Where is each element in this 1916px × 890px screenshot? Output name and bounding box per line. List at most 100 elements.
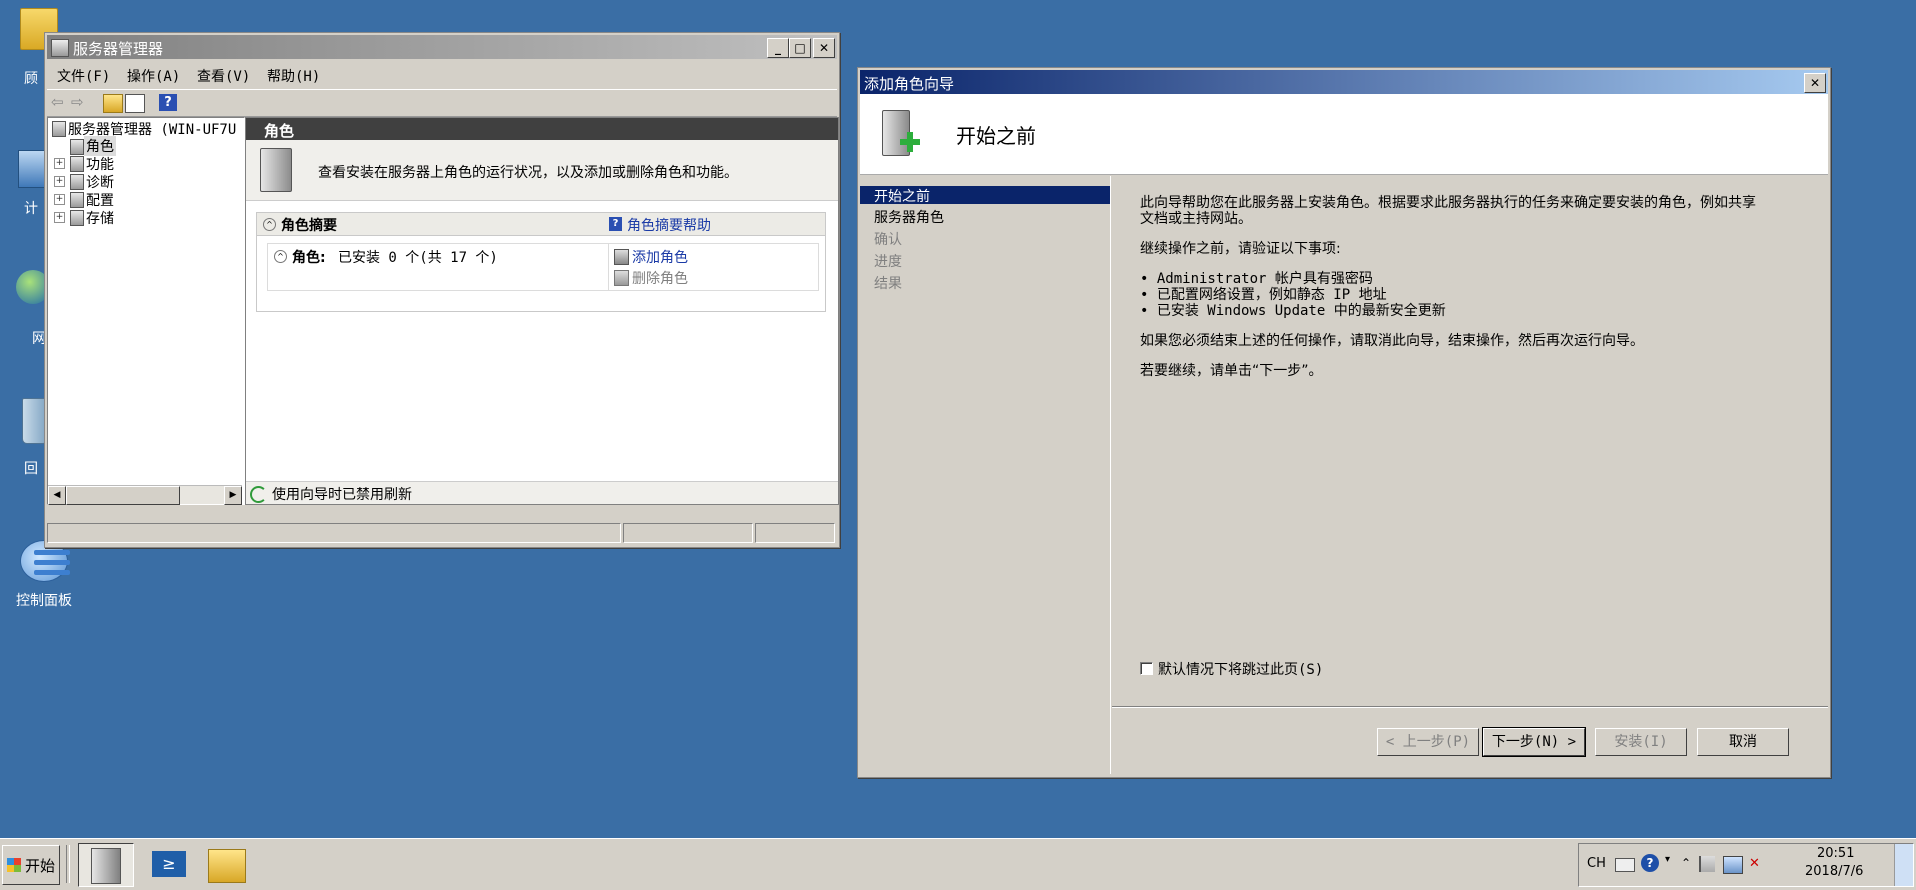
back-arrow-icon[interactable]: ⇦ [51,94,69,111]
expand-icon[interactable]: + [54,194,65,205]
keyboard-icon[interactable] [1615,858,1635,872]
refresh-status-text: 使用向导时已禁用刷新 [272,487,412,503]
show-hide-tree-icon[interactable] [125,94,145,113]
button-separator [1112,706,1828,708]
scroll-thumb[interactable] [66,486,180,505]
add-role-icon [614,249,629,265]
flag-icon[interactable] [1699,856,1715,872]
step-label: 开始之前 [874,189,930,205]
server-manager-icon [91,848,121,884]
cancel-button[interactable]: 取消 [1697,728,1789,756]
task-powershell[interactable]: ≥ [140,843,194,885]
configuration-icon [70,192,84,208]
show-desktop-button[interactable] [1894,844,1913,886]
add-role-link[interactable]: 添加角色 [632,247,688,267]
server-manager-window: 服务器管理器 _ □ ✕ 文件(F) 操作(A) 查看(V) 帮助(H) ⇦ ⇨… [44,32,840,548]
windows-logo-icon [7,858,21,872]
desktop-icon-label: 计 [24,201,38,217]
tree-item-diagnostics[interactable]: 诊断 [86,172,114,192]
tree-item-roles[interactable]: 角色 [84,136,116,156]
title-bar[interactable]: 服务器管理器 _ □ ✕ [47,35,837,59]
summary-title: 角色摘要 [281,218,337,234]
up-folder-icon[interactable] [103,94,123,113]
roles-header: 角色 [246,118,838,140]
server-manager-icon [51,39,69,57]
clock-time[interactable]: 20:51 [1817,846,1854,861]
help-icon: ? [609,217,622,231]
tree-item-storage[interactable]: 存储 [86,208,114,228]
scroll-left-icon[interactable]: ◀ [48,486,66,505]
maximize-button[interactable]: □ [789,38,811,58]
volume-muted-icon[interactable]: ✕ [1749,856,1765,872]
desktop-icon-label: 控制面板 [16,593,72,609]
remove-role-link: 删除角色 [632,271,688,287]
status-cell [755,523,835,543]
cancel-note: 如果您必须结束上述的任何操作，请取消此向导，结束操作，然后再次运行向导。 [1140,333,1644,349]
taskbar: 开始 ≥ CH ? ▾ ⌃ ✕ 20:51 2018/7/6 [0,838,1916,890]
summary-help-link[interactable]: 角色摘要帮助 [627,215,711,235]
expand-icon[interactable]: + [54,158,65,169]
toolbar: ⇦ ⇨ ? [47,89,837,117]
title-bar[interactable]: 添加角色向导 ✕ [860,70,1828,94]
server-roles-icon [260,148,292,192]
desktop-icon-label: 顾 [24,71,38,87]
roles-subpanel: ^ 角色: 已安装 0 个(共 17 个) 添加角色 删除角色 [267,243,819,291]
scroll-right-icon[interactable]: ▶ [224,486,242,505]
chevron-up-icon[interactable]: ⌃ [1681,856,1691,870]
collapse-icon[interactable]: ^ [274,250,287,263]
menu-view[interactable]: 查看(V) [197,66,250,86]
wizard-content: 此向导帮助您在此服务器上安装角色。根据要求此服务器执行的任务来确定要安装的角色，… [1112,176,1828,706]
window-title: 添加角色向导 [864,75,955,93]
start-button[interactable]: 开始 [2,845,60,885]
refresh-icon [250,486,267,503]
previous-button: < 上一步(P) [1377,728,1479,756]
install-button: 安装(I) [1595,728,1687,756]
step-confirmation: 确认 [874,232,902,248]
description-band: 查看安装在服务器上角色的运行状况，以及添加或删除角色和功能。 [246,140,838,201]
help-icon[interactable]: ? [159,94,177,111]
menu-file[interactable]: 文件(F) [57,66,110,86]
expand-icon[interactable]: + [54,176,65,187]
system-tray: CH ? ▾ ⌃ ✕ 20:51 2018/7/6 [1578,843,1914,887]
wizard-heading: 开始之前 [956,124,1036,148]
server-icon [52,121,66,137]
step-progress: 进度 [874,254,902,270]
actions-divider [608,244,609,290]
start-label: 开始 [25,857,56,875]
tree-item-features[interactable]: 功能 [86,154,114,174]
intro-line-2: 文档或主持网站。 [1140,211,1252,227]
folder-icon [208,849,246,883]
status-cell [47,523,621,543]
skip-page-label[interactable]: 默认情况下将跳过此页(S) [1158,659,1323,679]
chevron-down-icon[interactable]: ▾ [1665,854,1670,865]
server-add-icon [882,110,920,156]
menu-help[interactable]: 帮助(H) [267,66,320,86]
horizontal-scrollbar[interactable]: ◀ ▶ [48,485,242,505]
language-indicator[interactable]: CH [1587,856,1606,871]
collapse-icon[interactable]: ^ [263,218,276,231]
clock-date[interactable]: 2018/7/6 [1805,864,1863,879]
close-button[interactable]: ✕ [813,38,835,58]
expand-icon[interactable]: + [54,212,65,223]
status-cell [623,523,753,543]
task-server-manager[interactable] [78,843,134,887]
roles-summary-panel: ^ 角色摘要 ? 角色摘要帮助 ^ 角色: 已安装 0 个(共 17 个) 添加… [256,212,826,312]
window-status-bar [47,523,835,543]
step-server-roles[interactable]: 服务器角色 [874,207,944,227]
powershell-icon: ≥ [152,851,186,877]
network-icon[interactable] [1723,856,1743,874]
menu-action[interactable]: 操作(A) [127,66,180,86]
task-explorer[interactable] [198,843,252,885]
skip-page-checkbox[interactable] [1140,662,1153,675]
diagnostics-icon [70,174,84,190]
close-button[interactable]: ✕ [1804,73,1826,93]
tree-item-configuration[interactable]: 配置 [86,190,114,210]
forward-arrow-icon[interactable]: ⇨ [71,94,89,111]
add-roles-wizard-window: 添加角色向导 ✕ 开始之前 开始之前 服务器角色 确认 进度 结果 此向导帮助您… [857,67,1831,778]
bullet-item: • 已安装 Windows Update 中的最新安全更新 [1140,303,1446,319]
next-button[interactable]: 下一步(N) > [1482,727,1586,757]
minimize-button[interactable]: _ [767,38,789,58]
help-icon[interactable]: ? [1641,854,1659,872]
roles-count: 已安装 0 个(共 17 个) [338,250,498,266]
roles-label: 角色: [292,250,326,266]
